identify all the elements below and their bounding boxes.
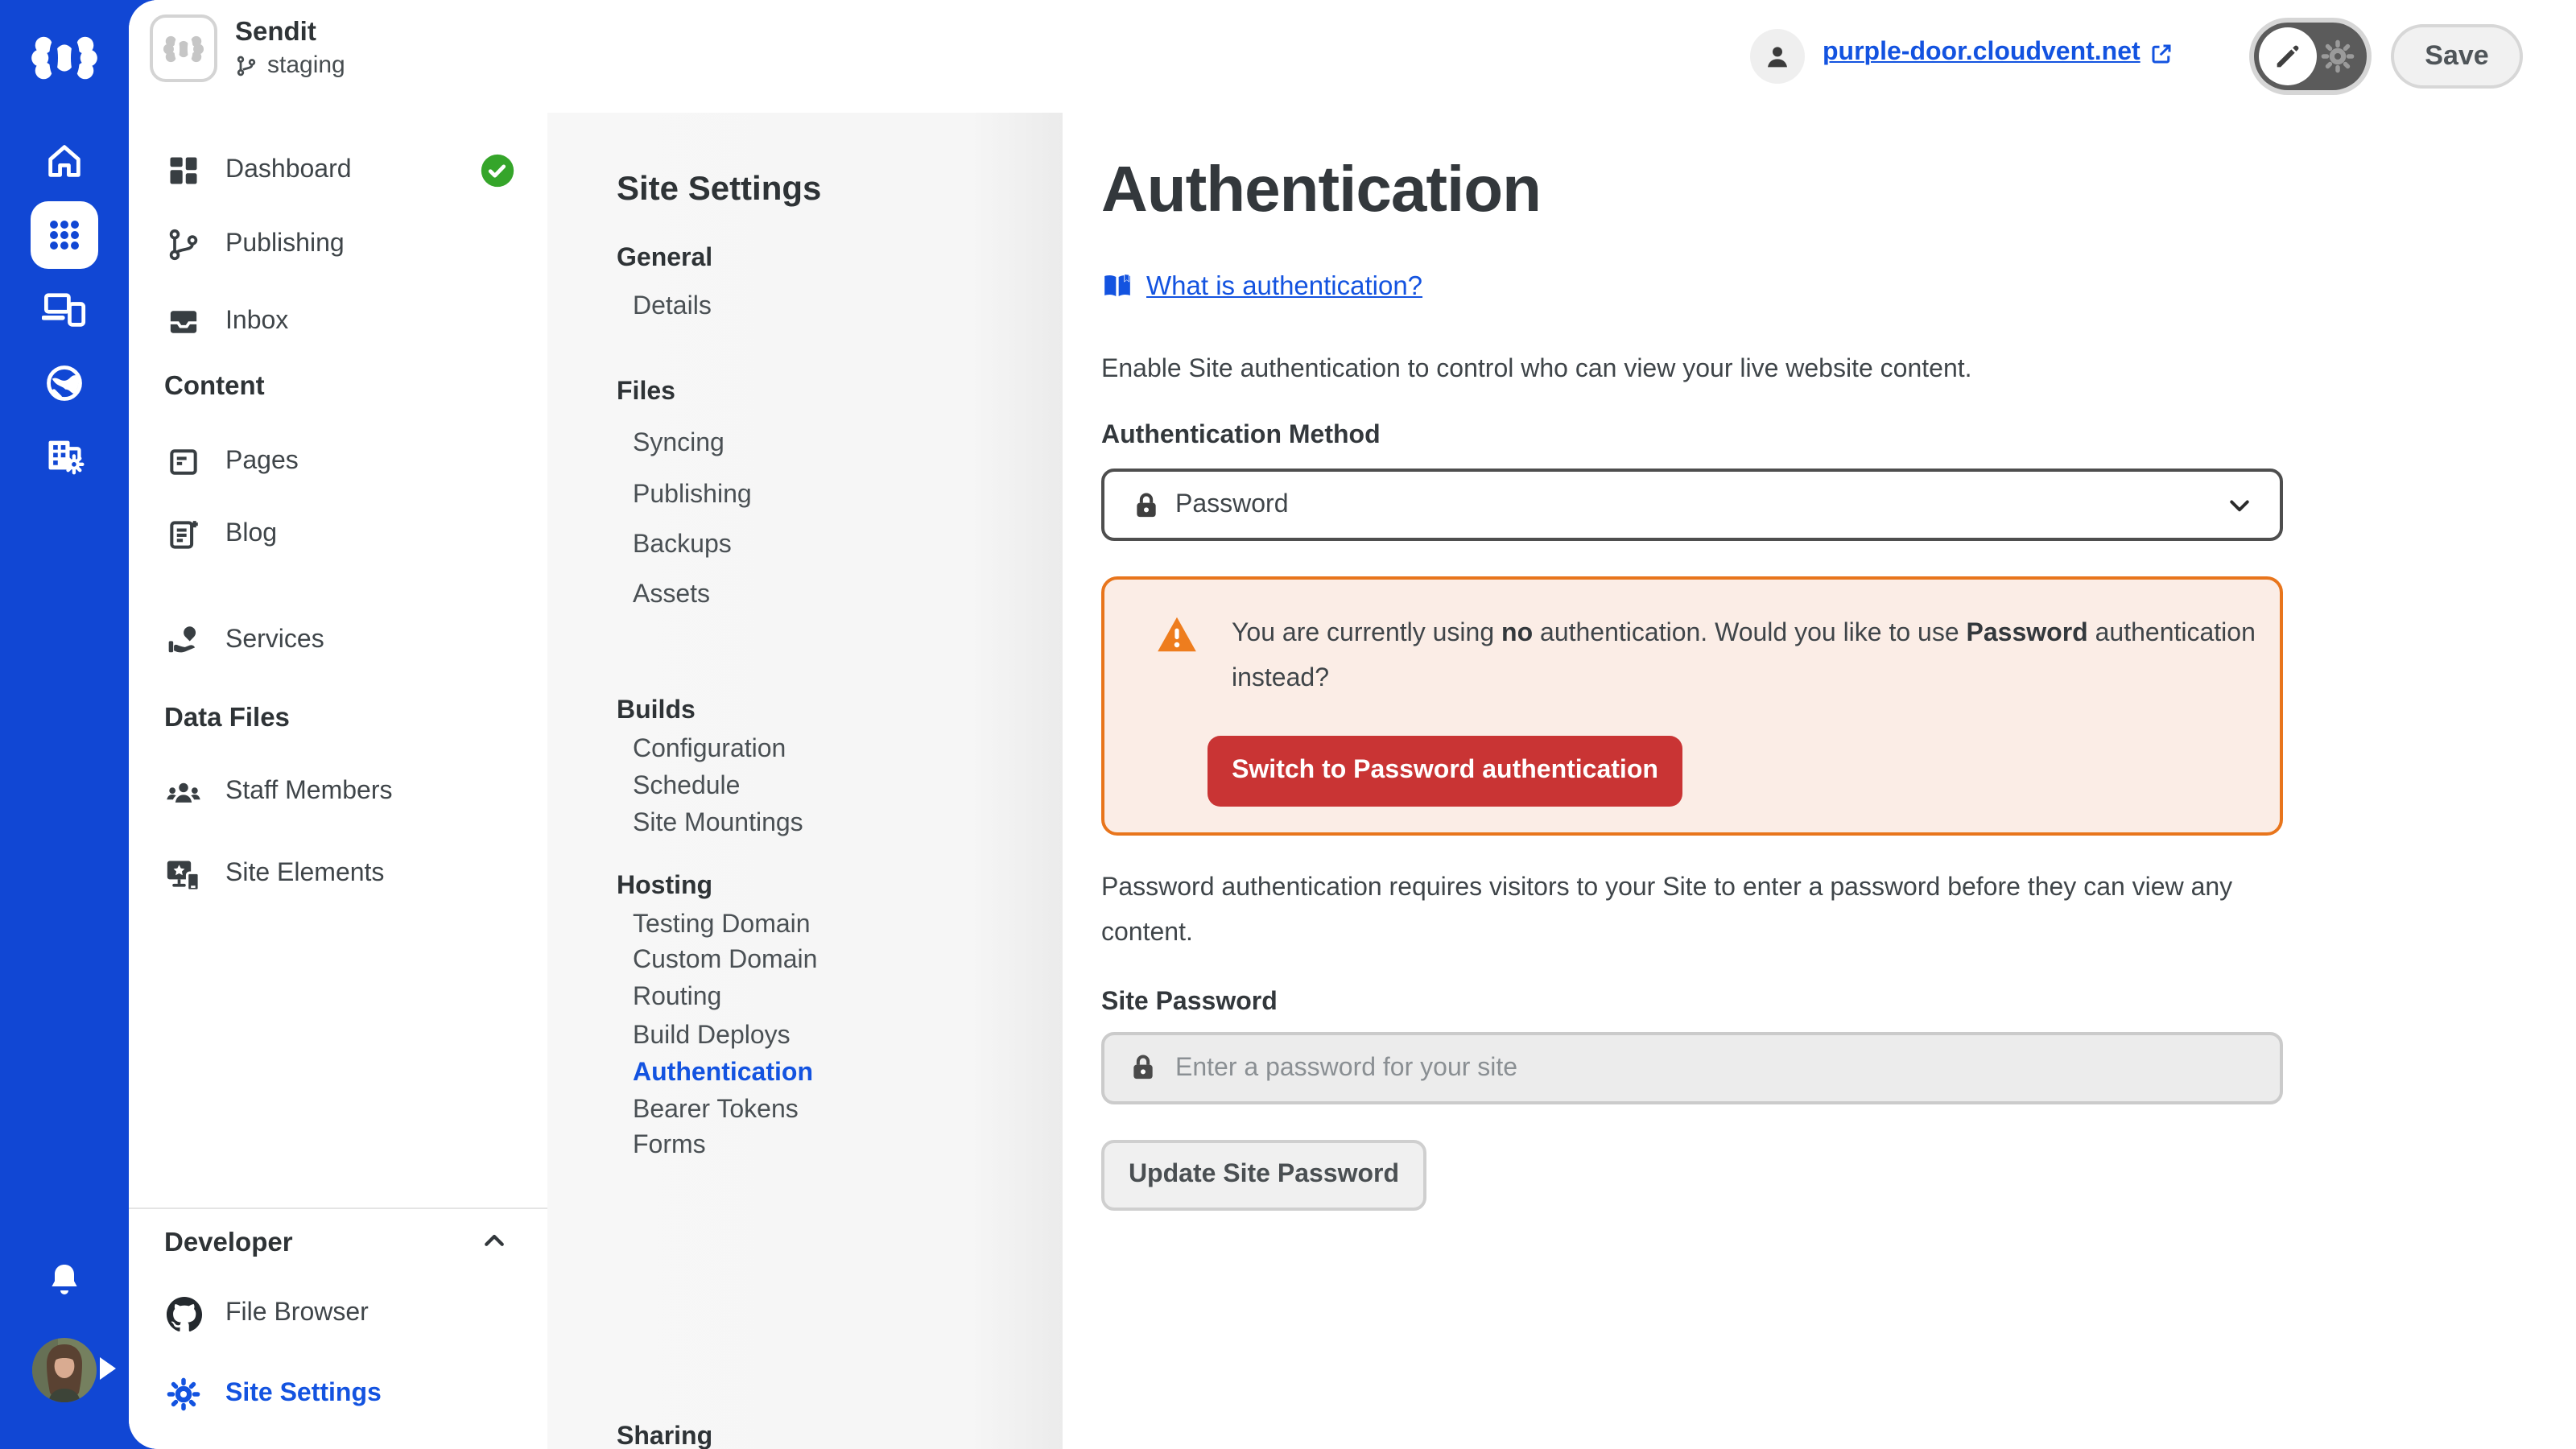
sidebar-item-site-elements[interactable]: Site Elements: [164, 848, 384, 900]
app-panel: Sendit staging purple-door.cloudvent.net: [129, 0, 2576, 1449]
account-avatar[interactable]: [1750, 29, 1805, 84]
sidebar-section-data-files: Data Files: [164, 703, 290, 732]
home-icon[interactable]: [43, 140, 85, 182]
people-icon: [164, 774, 203, 810]
sidebar-item-label: Dashboard: [225, 156, 352, 184]
apps-grid-icon[interactable]: [31, 201, 98, 269]
warning-banner: You are currently using no authenticatio…: [1101, 576, 2283, 836]
page-title: Authentication: [1101, 155, 1542, 225]
sidebar: Dashboard Publishing Inbox Content Pages…: [129, 113, 549, 1449]
sidebar-section-developer: Developer: [164, 1228, 293, 1257]
live-site-link[interactable]: purple-door.cloudvent.net: [1823, 39, 2174, 68]
main-content: Authentication What is authentication? E…: [1063, 113, 2576, 1449]
update-site-password-button[interactable]: Update Site Password: [1101, 1140, 1426, 1211]
live-site-url: purple-door.cloudvent.net: [1823, 39, 2140, 66]
book-icon: [1101, 272, 1133, 301]
site-name: Sendit: [235, 18, 316, 47]
site-thumbnail[interactable]: [150, 14, 217, 82]
nav-item-forms[interactable]: Forms: [633, 1124, 706, 1169]
nav-item-assets[interactable]: Assets: [633, 573, 710, 618]
settings-nav: Site Settings General Details Files Sync…: [547, 113, 1063, 1449]
cloudcannon-logo-icon[interactable]: [27, 26, 101, 90]
bell-icon[interactable]: [45, 1261, 84, 1302]
sidebar-item-publishing[interactable]: Publishing: [164, 219, 345, 270]
hand-heart-icon: [164, 623, 203, 658]
nav-item-publishing[interactable]: Publishing: [633, 473, 752, 518]
globe-icon[interactable]: [43, 362, 85, 404]
help-link[interactable]: What is authentication?: [1101, 267, 1422, 306]
branch-name: staging: [267, 52, 345, 79]
sidebar-section-content: Content: [164, 371, 265, 400]
nav-item-site-mountings[interactable]: Site Mountings: [633, 802, 803, 847]
git-branch-icon: [164, 227, 203, 262]
user-avatar[interactable]: [32, 1338, 97, 1402]
sidebar-item-label: Site Elements: [225, 860, 385, 887]
nav-section-sharing: Sharing: [617, 1423, 713, 1449]
switch-to-password-button[interactable]: Switch to Password authentication: [1208, 736, 1682, 807]
organization-settings-icon[interactable]: [43, 435, 85, 477]
sidebar-item-file-browser[interactable]: File Browser: [164, 1288, 369, 1340]
sidebar-item-label: Pages: [225, 448, 299, 475]
github-icon: [164, 1295, 203, 1332]
authentication-method-select[interactable]: Password: [1101, 469, 2283, 541]
sidebar-item-dashboard[interactable]: Dashboard: [164, 145, 352, 196]
nav-item-backups[interactable]: Backups: [633, 523, 732, 568]
topbar: Sendit staging purple-door.cloudvent.net: [129, 0, 2576, 114]
gear-icon: [164, 1377, 203, 1412]
sidebar-item-label: Services: [225, 626, 324, 654]
warning-text: You are currently using no authenticatio…: [1232, 620, 2256, 692]
lock-icon: [1130, 489, 1162, 521]
sidebar-item-services[interactable]: Services: [164, 615, 324, 667]
sidebar-item-label: Inbox: [225, 308, 289, 335]
chevron-down-icon: [2225, 490, 2254, 519]
sidebar-item-staff-members[interactable]: Staff Members: [164, 766, 393, 818]
git-branch-icon: [235, 54, 258, 76]
method-label: Authentication Method: [1101, 422, 1381, 449]
sidebar-item-pages[interactable]: Pages: [164, 436, 299, 488]
intro-text: Enable Site authentication to control wh…: [1101, 356, 1972, 383]
sidebar-item-label: Blog: [225, 520, 278, 547]
branch-indicator: staging: [235, 52, 345, 79]
save-button[interactable]: Save: [2391, 24, 2523, 89]
edit-settings-mode-toggle[interactable]: [2254, 23, 2367, 90]
nav-section-files: Files: [617, 378, 675, 406]
external-link-icon: [2150, 41, 2174, 65]
help-link-label: What is authentication?: [1146, 271, 1423, 300]
sidebar-item-site-settings[interactable]: Site Settings: [164, 1368, 382, 1420]
devices-icon[interactable]: [42, 290, 87, 328]
blog-post-icon: [164, 517, 203, 552]
sidebar-item-label: Publishing: [225, 230, 345, 258]
sidebar-item-label: Site Settings: [225, 1380, 382, 1407]
nav-item-details[interactable]: Details: [633, 285, 712, 330]
nav-section-general: General: [617, 245, 713, 272]
page-icon: [164, 444, 203, 480]
app-root: Sendit staging purple-door.cloudvent.net: [0, 0, 2576, 1449]
password-note: Password authentication requires visitor…: [1101, 874, 2233, 947]
chevron-up-icon[interactable]: [480, 1227, 509, 1256]
sidebar-item-blog[interactable]: Blog: [164, 509, 277, 560]
inbox-icon: [164, 304, 203, 340]
dashboard-icon: [164, 153, 203, 188]
lock-icon: [1127, 1051, 1159, 1084]
left-rail: [0, 0, 129, 1449]
divider: [129, 1208, 547, 1209]
settings-nav-title: Site Settings: [617, 171, 822, 208]
method-value: Password: [1175, 490, 1289, 518]
sidebar-item-inbox[interactable]: Inbox: [164, 296, 288, 348]
pencil-icon: [2259, 27, 2317, 85]
dashboard-complete-badge: [480, 153, 515, 188]
nav-item-syncing[interactable]: Syncing: [633, 422, 724, 467]
warning-icon: [1156, 615, 1198, 654]
site-password-input[interactable]: [1101, 1032, 2283, 1104]
site-elements-icon: [164, 857, 203, 892]
sidebar-item-label: Staff Members: [225, 778, 393, 805]
expand-arrow-icon[interactable]: [100, 1357, 116, 1380]
gear-icon: [2320, 39, 2355, 74]
site-password-label: Site Password: [1101, 989, 1278, 1016]
sidebar-item-label: File Browser: [225, 1299, 369, 1327]
